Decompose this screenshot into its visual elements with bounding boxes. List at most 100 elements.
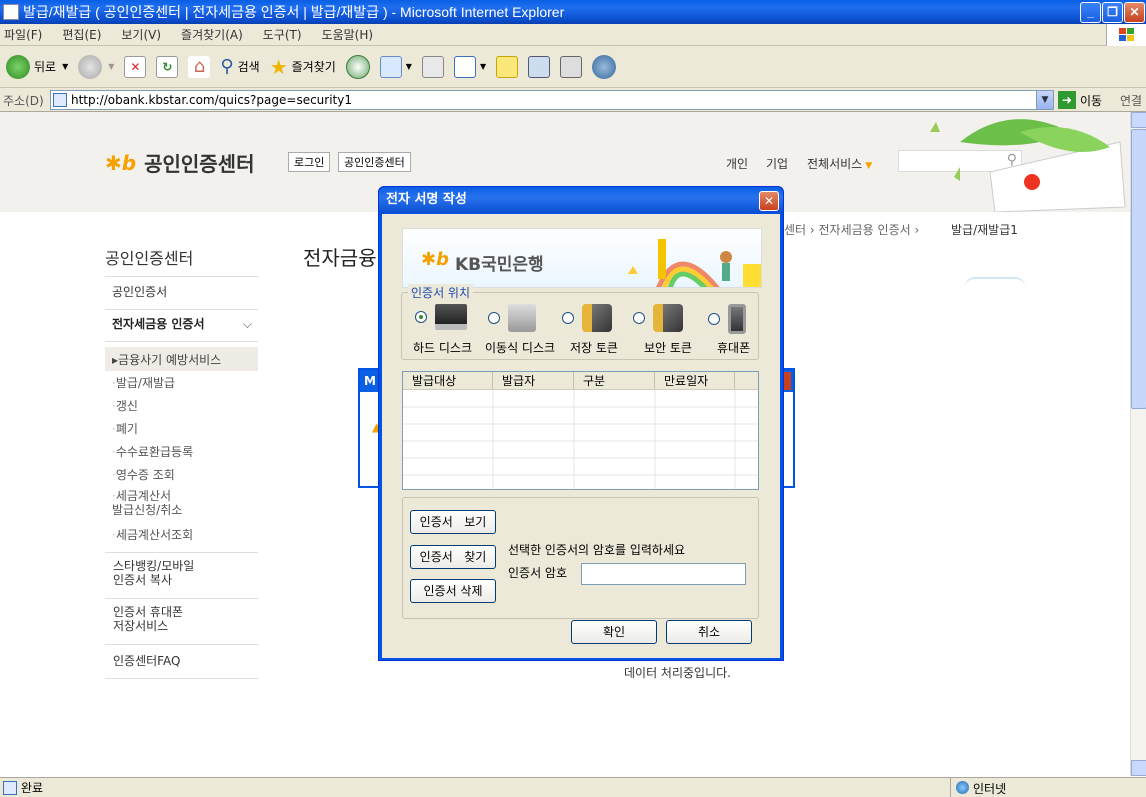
location-option-hdd[interactable]	[415, 304, 467, 330]
back-button[interactable]: 뒤로 ▼	[6, 54, 68, 79]
breadcrumb: 센터 › 전자세금용 인증서 ›	[784, 223, 920, 237]
chevron-down-icon[interactable]: ▼	[62, 62, 68, 71]
radio-security-token[interactable]	[633, 312, 645, 324]
side-sub-item-2[interactable]: ·갱신	[112, 397, 138, 414]
location-option-phone[interactable]	[708, 304, 746, 334]
chevron-down-icon[interactable]: ▼	[108, 62, 114, 71]
home-button[interactable]: ⌂	[188, 55, 211, 78]
radio-hdd[interactable]	[415, 311, 427, 323]
page-title: 전자금융	[303, 246, 377, 270]
nav-all-services[interactable]: 전체서비스 ▼	[807, 155, 872, 172]
side-sub-label: 폐기	[115, 422, 138, 436]
chevron-down-icon[interactable]: ▼	[480, 62, 486, 71]
password-label: 인증서 암호	[508, 566, 568, 580]
address-input[interactable]: http://obank.kbstar.com/quics?page=secur…	[50, 90, 1054, 110]
ok-button[interactable]: 확인	[571, 620, 657, 644]
scroll-down-button[interactable]	[1131, 760, 1146, 776]
chevron-down-icon: ▼	[865, 161, 873, 171]
menu-view[interactable]: 보기(V)	[121, 26, 161, 43]
side-sub-item-3[interactable]: ·폐기	[112, 420, 138, 437]
login-button[interactable]: 로그인	[288, 152, 331, 172]
side-item-tax-cert[interactable]: 전자세금용 인증서 ⌵	[105, 310, 258, 342]
scroll-up-button[interactable]	[1131, 112, 1146, 128]
location-option-storage-token[interactable]	[562, 304, 612, 332]
chevron-down-icon[interactable]: ▼	[1036, 91, 1053, 109]
menu-help[interactable]: 도움말(H)	[322, 26, 374, 43]
nav-business[interactable]: 기업	[766, 155, 788, 172]
vertical-scrollbar[interactable]	[1130, 112, 1146, 776]
security-zone: 인터넷	[973, 782, 1007, 796]
password-input[interactable]	[581, 563, 746, 585]
column-header-type[interactable]: 구분	[574, 372, 655, 389]
side-item-label: 인증센터FAQ	[113, 654, 181, 668]
side-item-phone-storage[interactable]: 인증서 휴대폰 저장서비스	[105, 599, 258, 645]
windows-logo-icon	[1106, 24, 1146, 46]
go-button[interactable]: ➜ 이동	[1058, 91, 1102, 109]
stop-button[interactable]: ✕	[124, 55, 147, 78]
refresh-button[interactable]: ↻	[156, 55, 179, 78]
delete-cert-button[interactable]: 인증서 삭제	[410, 579, 496, 603]
side-sub-item-4[interactable]: ·수수료환급등록	[112, 443, 193, 460]
menu-edit[interactable]: 편집(E)	[62, 26, 101, 43]
side-title: 공인인증센터	[105, 249, 194, 268]
column-header-subject[interactable]: 발급대상	[403, 372, 493, 389]
links-label[interactable]: 연결	[1120, 92, 1142, 109]
messenger-icon	[528, 55, 551, 78]
menu-favorites[interactable]: 즐겨찾기(A)	[181, 26, 243, 43]
certificate-table[interactable]: 발급대상 발급자 구분 만료일자	[402, 371, 759, 490]
close-button[interactable]: ✕	[1124, 2, 1145, 23]
column-header-expiry[interactable]: 만료일자	[655, 372, 735, 389]
search-label: 검색	[237, 60, 260, 74]
favorites-label: 즐겨찾기	[291, 60, 336, 74]
side-sub-item-5[interactable]: ·영수증 조회	[112, 466, 175, 483]
radio-removable[interactable]	[488, 312, 500, 324]
view-cert-button[interactable]: 인증서 보기	[410, 510, 496, 534]
location-option-security-token[interactable]	[633, 304, 683, 332]
page-done-icon	[3, 780, 17, 795]
site-logo[interactable]: ✱b 공인인증센터	[105, 148, 254, 177]
research-button[interactable]	[560, 55, 583, 78]
radio-storage-token[interactable]	[562, 312, 574, 324]
nav-personal[interactable]: 개인	[726, 155, 748, 172]
messenger-button[interactable]	[528, 55, 551, 78]
cert-center-button[interactable]: 공인인증센터	[338, 152, 411, 172]
history-button[interactable]	[345, 54, 370, 79]
refresh-icon: ↻	[156, 55, 179, 78]
menu-tools[interactable]: 도구(T)	[263, 26, 302, 43]
location-label-hdd: 하드 디스크	[413, 341, 473, 355]
search-button[interactable]: ⚲ 검색	[220, 56, 259, 77]
maximize-button[interactable]: ❐	[1102, 2, 1123, 23]
password-prompt: 선택한 인증서의 암호를 입력하세요	[508, 543, 686, 557]
dialog-close-button[interactable]: ✕	[759, 191, 779, 211]
side-item-label: 전자세금용 인증서	[112, 317, 205, 331]
users-button[interactable]	[592, 54, 617, 79]
scroll-thumb[interactable]	[1131, 129, 1146, 409]
minimize-button[interactable]: _	[1080, 2, 1101, 23]
toolbar: 뒤로 ▼ ▼ ✕ ↻ ⌂ ⚲ 검색 ★ 즐겨찾기 ▼ ▼	[0, 46, 1146, 88]
menu-file[interactable]: 파일(F)	[4, 26, 42, 43]
globe-icon	[956, 781, 969, 794]
side-sub-label: 수수료환급등록	[115, 445, 194, 459]
monitor-icon	[435, 304, 467, 330]
side-item-faq[interactable]: 인증센터FAQ	[105, 645, 258, 679]
usb-drive-icon	[508, 304, 536, 332]
side-item-mobile-copy[interactable]: 스타뱅킹/모바일 인증서 복사	[105, 553, 258, 599]
forward-button[interactable]: ▼	[78, 54, 114, 79]
side-sub-item-0[interactable]: ▸금융사기 예방서비스	[112, 351, 221, 368]
edit-button[interactable]: ▼	[453, 55, 486, 78]
side-item-public-cert[interactable]: 공인인증서	[105, 280, 258, 310]
mail-button[interactable]: ▼	[379, 55, 412, 78]
find-cert-button[interactable]: 인증서 찾기	[410, 545, 496, 569]
column-header-issuer[interactable]: 발급자	[493, 372, 574, 389]
banner-illustration	[628, 239, 761, 287]
radio-phone[interactable]	[708, 313, 720, 325]
side-sub-item-6[interactable]: ·세금계산서 발급신청/취소	[112, 489, 182, 517]
print-button[interactable]	[421, 55, 444, 78]
side-sub-item-7[interactable]: ·세금계산서조회	[112, 526, 193, 543]
location-option-removable[interactable]	[488, 304, 536, 332]
side-sub-item-1[interactable]: ·발급/재발급	[112, 374, 175, 391]
chevron-down-icon[interactable]: ▼	[406, 62, 412, 71]
favorites-button[interactable]: ★ 즐겨찾기	[270, 55, 336, 79]
cancel-button[interactable]: 취소	[666, 620, 752, 644]
discuss-button[interactable]	[496, 55, 519, 78]
